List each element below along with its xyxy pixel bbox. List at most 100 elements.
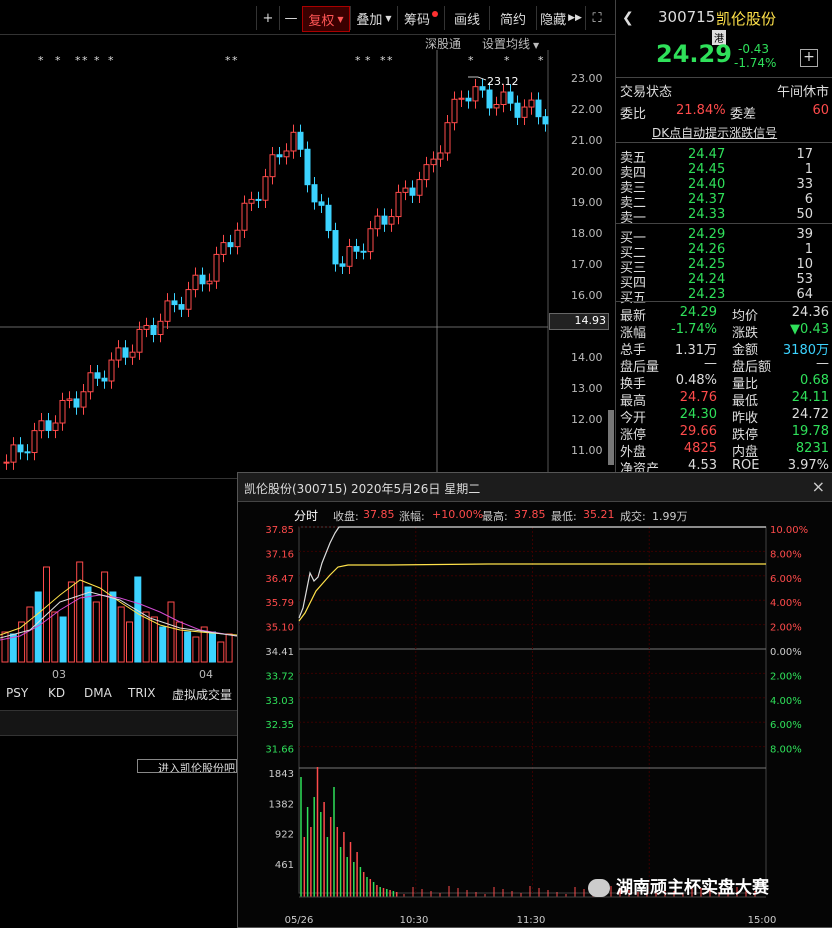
candle-body <box>283 150 290 158</box>
volume-chart[interactable] <box>0 540 237 670</box>
volume-bar <box>26 606 34 663</box>
right-axis-label: 2.00% <box>770 671 802 682</box>
info-high-label: 最高: <box>482 510 508 523</box>
tab-fenshi[interactable]: 分时 <box>294 507 318 524</box>
fuquan-button[interactable]: 复权 ▼ <box>302 6 350 32</box>
double-chevron-right-icon: ▶▶ <box>568 13 582 23</box>
price-change-pct: -1.74% <box>734 56 777 70</box>
candle-body <box>507 91 514 104</box>
candle-body <box>115 347 122 361</box>
candle-body <box>339 263 346 267</box>
volume-axis-label: 1382 <box>269 799 294 810</box>
stat-row: 外盘 4825 内盘 8231 <box>620 441 829 460</box>
stat-row: 盘后量 — 盘后额 — <box>620 356 829 375</box>
close-icon[interactable]: × <box>812 477 825 496</box>
volume-bar <box>51 611 59 663</box>
yincang-button[interactable]: 隐藏 ▶▶ <box>536 6 585 30</box>
stat-value: ▼0.43 <box>790 322 829 337</box>
zoom-in-button[interactable]: + <box>256 6 279 30</box>
stat-value: 4.53 <box>688 458 717 473</box>
candle-body <box>164 300 171 322</box>
time-axis-label: 11:30 <box>517 915 546 926</box>
wechat-icon <box>588 879 610 897</box>
candle-body <box>38 420 45 432</box>
stat-row: 今开 24.30 昨收 24.72 <box>620 407 829 426</box>
volume-bar <box>101 571 109 663</box>
left-axis-label: 35.10 <box>265 623 294 634</box>
tab-dma[interactable]: DMA <box>84 686 112 700</box>
price-tick: 22.00 <box>571 103 603 116</box>
indicator-tabs: PSY KD DMA TRIX 虚拟成交量 <box>0 683 237 705</box>
order-row: 卖二 24.37 6 <box>620 192 829 211</box>
tab-trix[interactable]: TRIX <box>128 686 155 700</box>
candle-body <box>143 324 150 330</box>
order-price: 24.33 <box>688 207 726 222</box>
volume-bar <box>217 641 225 663</box>
weicha-value: 60 <box>812 103 829 118</box>
jianyue-button[interactable]: 简约 <box>489 6 536 30</box>
weibi-value: 21.84% <box>676 103 726 118</box>
popup-header: 凯伦股份(300715) 2020年5月26日 星期二 × <box>238 473 832 502</box>
kline-chart[interactable]: * * * * * * * * * * * * * * * <box>0 50 615 475</box>
add-watchlist-button[interactable]: + <box>800 49 818 67</box>
tab-kd[interactable]: KD <box>48 686 65 700</box>
right-axis-label: 6.00% <box>770 574 802 585</box>
candle-body <box>514 102 521 118</box>
right-axis-label: 8.00% <box>770 549 802 560</box>
huaxian-button[interactable]: 画线 <box>444 6 489 30</box>
candle-body <box>395 191 402 218</box>
divider <box>616 142 832 143</box>
volume-bar <box>126 621 133 663</box>
stock-code: 300715 <box>658 8 716 26</box>
order-level-label: 买五 <box>620 291 647 306</box>
price-tick: 23.00 <box>571 72 603 85</box>
price-change: -0.43 <box>738 42 770 56</box>
tab-virtual-volume[interactable]: 虚拟成交量 <box>172 686 232 703</box>
candle-body <box>493 104 500 109</box>
stat-label: ROE <box>732 458 760 473</box>
right-axis-label: 10.00% <box>770 525 808 536</box>
order-price: 24.23 <box>688 287 726 302</box>
right-axis-label: 6.00% <box>770 720 802 731</box>
fullscreen-icon: ⛶ <box>592 10 602 26</box>
chouma-button[interactable]: 筹码 <box>397 6 444 30</box>
order-price: 24.40 <box>688 177 726 192</box>
trade-state-row: 交易状态 午间休市 <box>620 81 829 100</box>
prev-stock-button[interactable]: ❮ <box>622 10 634 26</box>
stat-value: 29.66 <box>679 424 717 439</box>
candle-body <box>444 122 451 154</box>
candle-body <box>353 246 360 252</box>
candle-body <box>213 253 220 282</box>
right-axis-label: 0.00% <box>770 647 802 658</box>
divider <box>616 301 832 302</box>
right-axis-label: 8.00% <box>770 745 802 756</box>
candle-body <box>437 152 444 160</box>
intraday-chart[interactable]: 37.85 37.16 36.47 35.79 35.10 34.41 33.72 33.03… <box>238 523 832 927</box>
tab-psy[interactable]: PSY <box>6 686 28 700</box>
price-tick: 13.00 <box>571 382 603 395</box>
candle-body <box>262 176 269 201</box>
left-axis-label: 37.16 <box>265 549 294 560</box>
candle-body <box>521 106 528 118</box>
chart-frame <box>298 526 767 894</box>
diejia-button[interactable]: 叠加 ▼ <box>350 6 397 30</box>
price-line <box>298 526 344 619</box>
enter-forum-button[interactable]: 进入凯伦股份吧 <box>137 759 237 773</box>
scrollbar[interactable] <box>608 410 614 465</box>
candle-body <box>290 131 297 152</box>
order-volume: 64 <box>796 287 813 302</box>
zoom-out-button[interactable]: — <box>279 6 302 30</box>
divider <box>0 478 237 479</box>
signal-link[interactable]: DK点自动提示涨跌信号 <box>652 124 777 141</box>
watermark: 湖南顽主杯实盘大赛 <box>588 873 769 898</box>
left-axis-label: 35.79 <box>265 598 294 609</box>
candle-body <box>17 444 24 453</box>
stat-value: 0.48% <box>675 373 717 388</box>
price-tick: 21.00 <box>571 134 603 147</box>
order-volume: 6 <box>804 192 813 207</box>
fullscreen-button[interactable]: ⛶ <box>585 6 608 30</box>
candle-body <box>451 98 458 124</box>
volume-bar <box>92 601 100 663</box>
order-row: 买二 24.26 1 <box>620 242 829 261</box>
left-axis-label: 34.41 <box>265 647 294 658</box>
